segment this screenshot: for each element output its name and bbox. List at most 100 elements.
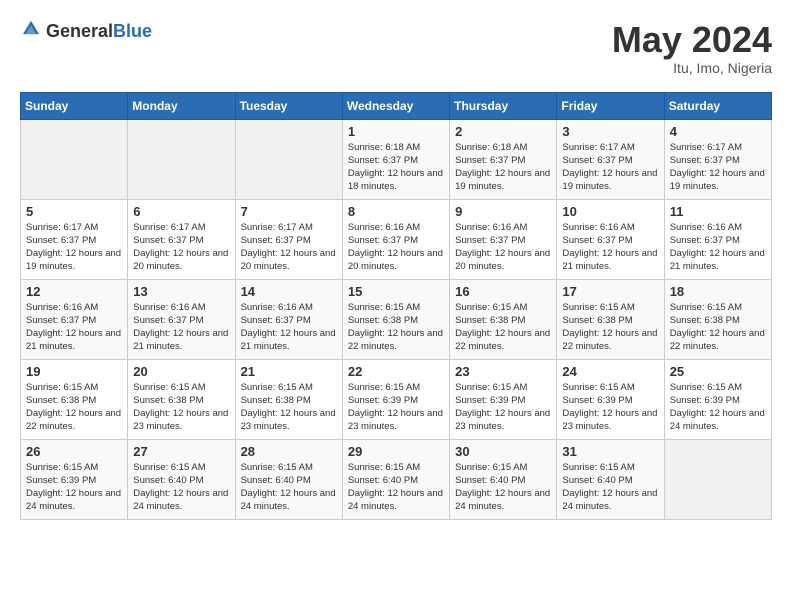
day-number: 16 [455,284,551,299]
weekday-header-tuesday: Tuesday [235,92,342,119]
calendar-cell: 28 Sunrise: 6:15 AM Sunset: 6:40 PM Dayl… [235,439,342,519]
calendar-cell: 6 Sunrise: 6:17 AM Sunset: 6:37 PM Dayli… [128,199,235,279]
day-number: 2 [455,124,551,139]
logo-general: General [46,21,113,41]
day-info: Sunrise: 6:15 AM Sunset: 6:38 PM Dayligh… [133,381,229,434]
day-number: 14 [241,284,337,299]
calendar-cell: 3 Sunrise: 6:17 AM Sunset: 6:37 PM Dayli… [557,119,664,199]
day-info: Sunrise: 6:16 AM Sunset: 6:37 PM Dayligh… [670,221,766,274]
day-number: 25 [670,364,766,379]
location: Itu, Imo, Nigeria [612,60,772,76]
calendar-cell: 2 Sunrise: 6:18 AM Sunset: 6:37 PM Dayli… [450,119,557,199]
day-number: 29 [348,444,444,459]
day-info: Sunrise: 6:15 AM Sunset: 6:40 PM Dayligh… [241,461,337,514]
day-info: Sunrise: 6:16 AM Sunset: 6:37 PM Dayligh… [241,301,337,354]
calendar-cell: 26 Sunrise: 6:15 AM Sunset: 6:39 PM Dayl… [21,439,128,519]
weekday-header-monday: Monday [128,92,235,119]
day-info: Sunrise: 6:18 AM Sunset: 6:37 PM Dayligh… [348,141,444,194]
day-number: 17 [562,284,658,299]
calendar-cell: 11 Sunrise: 6:16 AM Sunset: 6:37 PM Dayl… [664,199,771,279]
day-number: 1 [348,124,444,139]
calendar-cell: 4 Sunrise: 6:17 AM Sunset: 6:37 PM Dayli… [664,119,771,199]
logo-icon [20,18,42,40]
day-number: 13 [133,284,229,299]
logo-blue: Blue [113,21,152,41]
weekday-header-sunday: Sunday [21,92,128,119]
calendar-week-2: 5 Sunrise: 6:17 AM Sunset: 6:37 PM Dayli… [21,199,772,279]
calendar-cell: 12 Sunrise: 6:16 AM Sunset: 6:37 PM Dayl… [21,279,128,359]
day-number: 27 [133,444,229,459]
day-info: Sunrise: 6:16 AM Sunset: 6:37 PM Dayligh… [26,301,122,354]
calendar-cell: 17 Sunrise: 6:15 AM Sunset: 6:38 PM Dayl… [557,279,664,359]
calendar-cell: 21 Sunrise: 6:15 AM Sunset: 6:38 PM Dayl… [235,359,342,439]
calendar-cell: 9 Sunrise: 6:16 AM Sunset: 6:37 PM Dayli… [450,199,557,279]
calendar-cell: 10 Sunrise: 6:16 AM Sunset: 6:37 PM Dayl… [557,199,664,279]
day-info: Sunrise: 6:15 AM Sunset: 6:40 PM Dayligh… [455,461,551,514]
calendar-cell [128,119,235,199]
day-number: 21 [241,364,337,379]
day-number: 31 [562,444,658,459]
day-info: Sunrise: 6:17 AM Sunset: 6:37 PM Dayligh… [133,221,229,274]
day-info: Sunrise: 6:15 AM Sunset: 6:40 PM Dayligh… [348,461,444,514]
day-number: 12 [26,284,122,299]
day-number: 6 [133,204,229,219]
day-number: 22 [348,364,444,379]
calendar-cell [235,119,342,199]
day-number: 9 [455,204,551,219]
day-number: 23 [455,364,551,379]
calendar-cell: 29 Sunrise: 6:15 AM Sunset: 6:40 PM Dayl… [342,439,449,519]
day-number: 15 [348,284,444,299]
calendar-cell [664,439,771,519]
day-info: Sunrise: 6:16 AM Sunset: 6:37 PM Dayligh… [348,221,444,274]
day-number: 19 [26,364,122,379]
weekday-header-thursday: Thursday [450,92,557,119]
day-number: 8 [348,204,444,219]
calendar-cell: 16 Sunrise: 6:15 AM Sunset: 6:38 PM Dayl… [450,279,557,359]
day-info: Sunrise: 6:15 AM Sunset: 6:39 PM Dayligh… [348,381,444,434]
calendar-cell: 5 Sunrise: 6:17 AM Sunset: 6:37 PM Dayli… [21,199,128,279]
calendar-header-row: SundayMondayTuesdayWednesdayThursdayFrid… [21,92,772,119]
day-info: Sunrise: 6:15 AM Sunset: 6:39 PM Dayligh… [455,381,551,434]
day-info: Sunrise: 6:15 AM Sunset: 6:38 PM Dayligh… [670,301,766,354]
day-info: Sunrise: 6:16 AM Sunset: 6:37 PM Dayligh… [562,221,658,274]
day-info: Sunrise: 6:15 AM Sunset: 6:39 PM Dayligh… [670,381,766,434]
day-info: Sunrise: 6:15 AM Sunset: 6:38 PM Dayligh… [348,301,444,354]
calendar-body: 1 Sunrise: 6:18 AM Sunset: 6:37 PM Dayli… [21,119,772,519]
day-number: 4 [670,124,766,139]
day-info: Sunrise: 6:17 AM Sunset: 6:37 PM Dayligh… [26,221,122,274]
calendar-cell: 7 Sunrise: 6:17 AM Sunset: 6:37 PM Dayli… [235,199,342,279]
day-info: Sunrise: 6:15 AM Sunset: 6:39 PM Dayligh… [562,381,658,434]
day-info: Sunrise: 6:15 AM Sunset: 6:40 PM Dayligh… [562,461,658,514]
day-info: Sunrise: 6:16 AM Sunset: 6:37 PM Dayligh… [455,221,551,274]
calendar-cell [21,119,128,199]
calendar-week-4: 19 Sunrise: 6:15 AM Sunset: 6:38 PM Dayl… [21,359,772,439]
calendar-cell: 19 Sunrise: 6:15 AM Sunset: 6:38 PM Dayl… [21,359,128,439]
day-info: Sunrise: 6:15 AM Sunset: 6:38 PM Dayligh… [26,381,122,434]
calendar-cell: 15 Sunrise: 6:15 AM Sunset: 6:38 PM Dayl… [342,279,449,359]
calendar-cell: 27 Sunrise: 6:15 AM Sunset: 6:40 PM Dayl… [128,439,235,519]
month-title: May 2024 [612,20,772,60]
day-number: 5 [26,204,122,219]
page-header: GeneralBlue May 2024 Itu, Imo, Nigeria [20,20,772,76]
weekday-header-wednesday: Wednesday [342,92,449,119]
day-info: Sunrise: 6:15 AM Sunset: 6:40 PM Dayligh… [133,461,229,514]
day-number: 10 [562,204,658,219]
day-info: Sunrise: 6:15 AM Sunset: 6:38 PM Dayligh… [241,381,337,434]
day-number: 18 [670,284,766,299]
day-number: 7 [241,204,337,219]
day-info: Sunrise: 6:17 AM Sunset: 6:37 PM Dayligh… [670,141,766,194]
calendar-week-1: 1 Sunrise: 6:18 AM Sunset: 6:37 PM Dayli… [21,119,772,199]
day-info: Sunrise: 6:15 AM Sunset: 6:39 PM Dayligh… [26,461,122,514]
weekday-header-saturday: Saturday [664,92,771,119]
day-info: Sunrise: 6:16 AM Sunset: 6:37 PM Dayligh… [133,301,229,354]
calendar-cell: 23 Sunrise: 6:15 AM Sunset: 6:39 PM Dayl… [450,359,557,439]
calendar-cell: 22 Sunrise: 6:15 AM Sunset: 6:39 PM Dayl… [342,359,449,439]
calendar-cell: 31 Sunrise: 6:15 AM Sunset: 6:40 PM Dayl… [557,439,664,519]
day-info: Sunrise: 6:15 AM Sunset: 6:38 PM Dayligh… [455,301,551,354]
calendar-cell: 13 Sunrise: 6:16 AM Sunset: 6:37 PM Dayl… [128,279,235,359]
calendar-cell: 8 Sunrise: 6:16 AM Sunset: 6:37 PM Dayli… [342,199,449,279]
day-number: 26 [26,444,122,459]
day-number: 28 [241,444,337,459]
calendar-cell: 18 Sunrise: 6:15 AM Sunset: 6:38 PM Dayl… [664,279,771,359]
calendar-cell: 25 Sunrise: 6:15 AM Sunset: 6:39 PM Dayl… [664,359,771,439]
